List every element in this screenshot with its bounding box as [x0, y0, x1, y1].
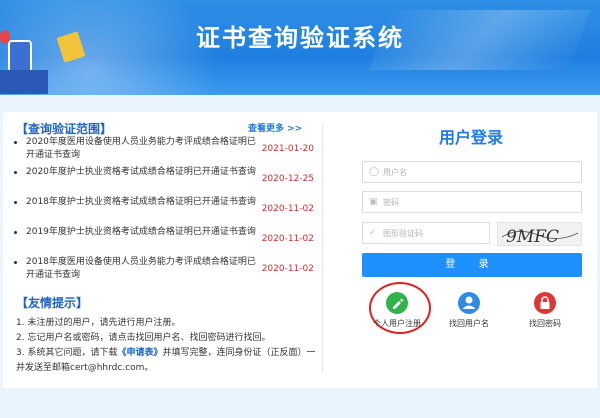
bullet-icon: [14, 201, 17, 204]
tips-title: 【友情提示】: [16, 296, 89, 310]
news-date: 2020-12-25: [261, 174, 314, 184]
find-username-label[interactable]: 找回用户名: [439, 318, 499, 329]
news-list: 2020年度医用设备使用人员业务能力考评成绩合格证明已开通证书查询 2021-0…: [14, 136, 314, 286]
captcha-graphic: 9MFC: [501, 227, 579, 247]
password-placeholder: 密码: [383, 198, 399, 207]
bullet-icon: [14, 261, 17, 264]
page-title: 证书查询验证系统: [196, 24, 404, 52]
news-title[interactable]: 2019年度护士执业资格考试成绩合格证明已开通证书查询: [26, 226, 258, 239]
find-password-label[interactable]: 找回密码: [515, 318, 575, 329]
user-icon: ◯: [369, 167, 380, 177]
page-footer-band: [0, 388, 600, 418]
find-username-action[interactable]: 找回用户名: [439, 292, 499, 329]
list-item[interactable]: 2019年度护士执业资格考试成绩合格证明已开通证书查询 2020-11-02: [14, 226, 314, 256]
list-item[interactable]: 2020年度护士执业资格考试成绩合格证明已开通证书查询 2020-12-25: [14, 166, 314, 196]
news-title[interactable]: 2018年度医用设备使用人员业务能力考评成绩合格证明已开通证书查询: [26, 256, 258, 282]
list-item[interactable]: 2018年度护士执业资格考试成绩合格证明已开通证书查询 2020-11-02: [14, 196, 314, 226]
captcha-placeholder: 图形验证码: [383, 229, 423, 238]
lock-icon[interactable]: [534, 292, 556, 314]
scope-title: 【查询验证范围】: [16, 122, 113, 136]
username-field[interactable]: ◯ 用户名: [362, 161, 582, 183]
news-date: 2020-11-02: [261, 204, 314, 214]
news-title[interactable]: 2018年度护士执业资格考试成绩合格证明已开通证书查询: [26, 196, 258, 209]
pencil-icon[interactable]: [386, 292, 408, 314]
username-placeholder: 用户名: [383, 168, 407, 177]
news-title[interactable]: 2020年度护士执业资格考试成绩合格证明已开通证书查询: [26, 166, 258, 179]
login-title: 用户登录: [438, 128, 503, 147]
find-password-action[interactable]: 找回密码: [515, 292, 575, 329]
news-title[interactable]: 2020年度医用设备使用人员业务能力考评成绩合格证明已开通证书查询: [26, 136, 258, 162]
captcha-text: 9MFC: [506, 227, 559, 247]
lock-icon: ▣: [369, 197, 378, 207]
news-date: 2021-01-20: [261, 144, 314, 154]
news-date: 2020-11-02: [261, 234, 314, 244]
news-date: 2020-11-02: [261, 264, 314, 274]
tip-line-1: 1. 未注册过的用户，请先进行用户注册。: [16, 318, 181, 328]
list-item[interactable]: 2018年度医用设备使用人员业务能力考评成绩合格证明已开通证书查询 2020-1…: [14, 256, 314, 286]
list-item[interactable]: 2020年度医用设备使用人员业务能力考评成绩合格证明已开通证书查询 2021-0…: [14, 136, 314, 166]
register-label[interactable]: 个人用户注册: [367, 318, 427, 329]
bullet-icon: [14, 141, 17, 144]
bullet-icon: [14, 231, 17, 234]
tip-line-2: 2. 忘记用户名或密码，请点击找回用户名、找回密码进行找回。: [16, 333, 271, 343]
shield-check-icon: ✓: [369, 228, 377, 238]
tips-list: 1. 未注册过的用户，请先进行用户注册。 2. 忘记用户名或密码，请点击找回用户…: [16, 316, 316, 376]
more-link[interactable]: 查看更多 >>: [248, 121, 302, 134]
tip-line-3: 3. 系统其它问题，请下载《申请表》并填写完整，连同身份证（正反面）一并发送至邮…: [16, 346, 316, 376]
login-button[interactable]: 登 录: [362, 253, 582, 277]
captcha-field[interactable]: ✓ 图形验证码: [362, 222, 490, 244]
tip-line-3-pre: 3. 系统其它问题，请下载: [16, 348, 118, 358]
header-banner: 证书查询验证系统: [0, 0, 600, 95]
user-icon[interactable]: [458, 292, 480, 314]
panel-divider: [322, 126, 323, 372]
book-illustration: [0, 70, 48, 94]
bullet-icon: [14, 171, 17, 174]
register-action[interactable]: 个人用户注册: [367, 292, 427, 329]
application-form-link[interactable]: 《申请表》: [117, 348, 162, 358]
captcha-image[interactable]: 9MFC: [497, 222, 582, 247]
password-field[interactable]: ▣ 密码: [362, 191, 582, 213]
